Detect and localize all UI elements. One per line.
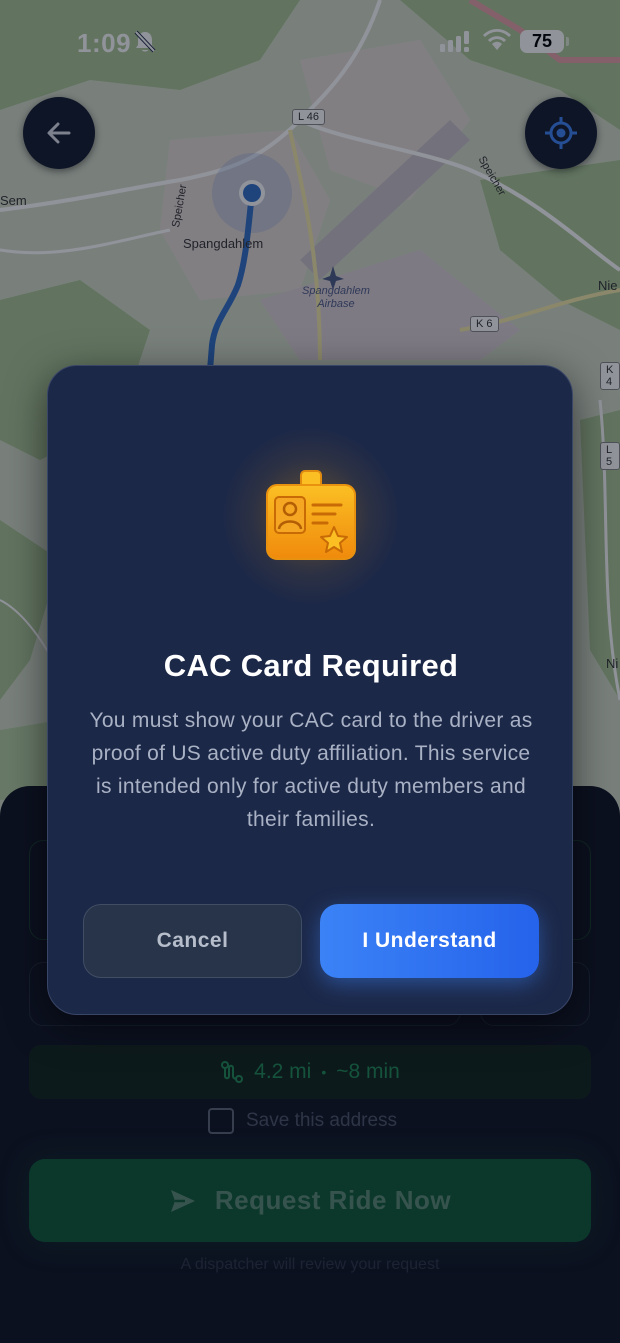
cancel-button[interactable]: Cancel — [83, 904, 302, 978]
id-card-icon — [266, 470, 356, 560]
cac-required-dialog: CAC Card Required You must show your CAC… — [47, 365, 573, 1015]
dialog-title: CAC Card Required — [163, 648, 459, 683]
i-understand-button[interactable]: I Understand — [320, 904, 539, 978]
dialog-message: You must show your CAC card to the drive… — [89, 709, 533, 831]
